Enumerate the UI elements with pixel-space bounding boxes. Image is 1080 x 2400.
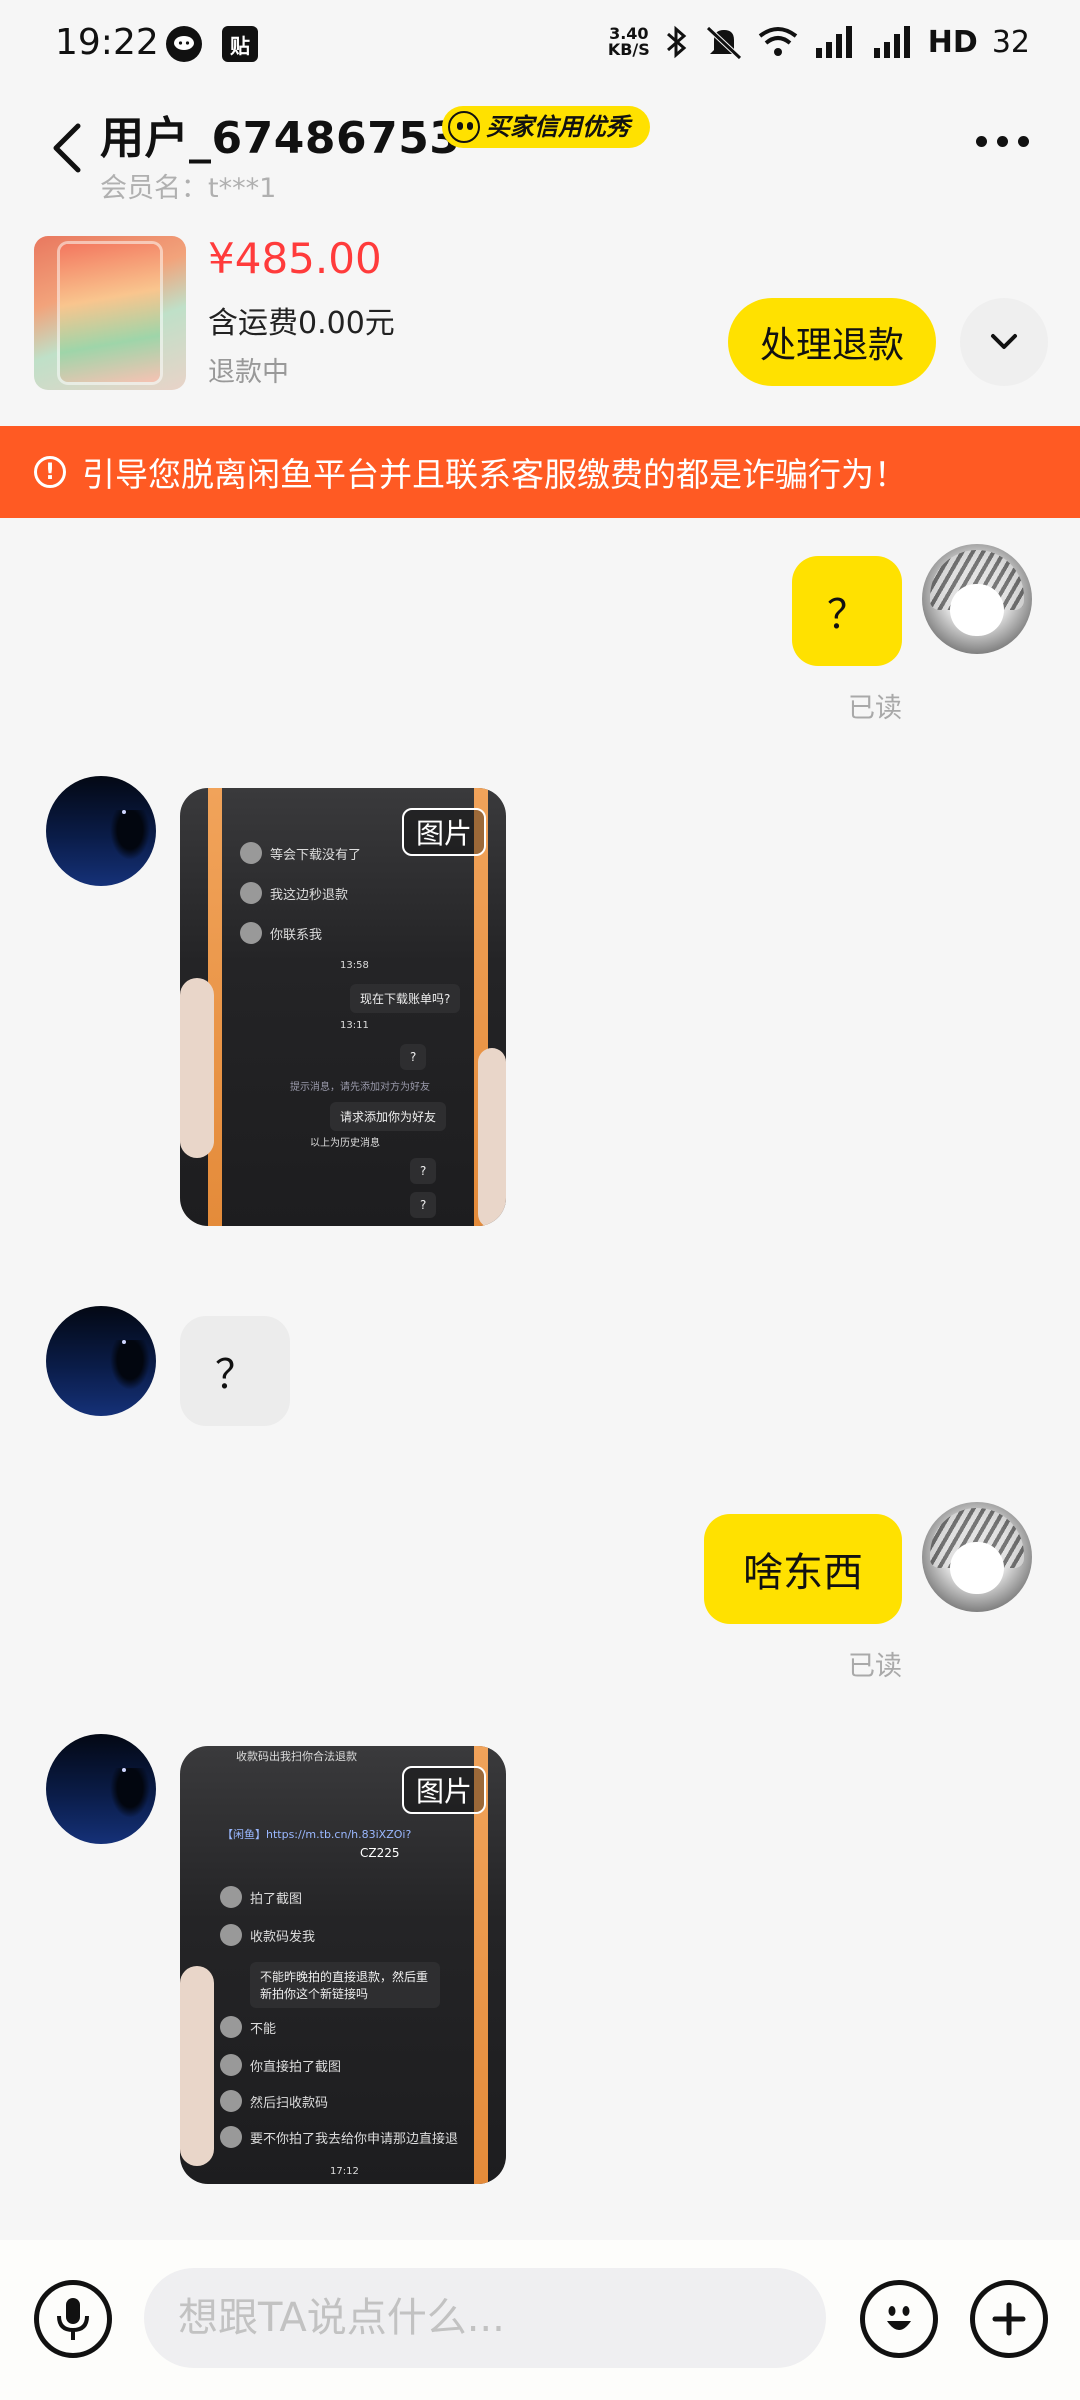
tieba-glyph: 贴 (230, 33, 250, 58)
screenshot-text: 13:58 (340, 960, 369, 971)
signal-4g-icon (873, 26, 910, 58)
product-thumbnail[interactable] (34, 236, 186, 390)
bluetooth-icon (666, 25, 687, 59)
other-avatar[interactable] (46, 1734, 156, 1844)
battery-level: 32 (991, 24, 1030, 60)
image-message[interactable]: 收款码出我扫你合法退款 【闲鱼】https://m.tb.cn/h.83iXZO… (180, 1746, 506, 2184)
chat-user-name[interactable]: 用户_67486753 (100, 102, 460, 166)
screenshot-text: 不能昨晚拍的直接退款，然后重新拍你这个新链接吗 (250, 1962, 440, 2008)
other-avatar[interactable] (46, 776, 156, 886)
screenshot-text: 【闲鱼】https://m.tb.cn/h.83iXZOi? (222, 1828, 412, 1841)
member-name: 会员名：t***1 (100, 173, 277, 204)
expand-order-button[interactable] (960, 298, 1048, 386)
fraud-warning-banner: ! 引导您脱离闲鱼平台并且联系客服缴费的都是诈骗行为！ (0, 426, 1080, 518)
image-message[interactable]: 等会下载没有了 我这边秒退款 你联系我 13:58 现在下载账单吗? 13:11… (180, 788, 506, 1226)
fish-mascot-icon (448, 111, 480, 143)
hd-label: HD (927, 24, 978, 60)
order-status: 退款中 (208, 357, 289, 388)
wechat-icon (166, 26, 202, 62)
warning-icon: ! (34, 456, 66, 488)
wifi-icon (758, 27, 798, 56)
screenshot-text: 现在下载账单吗? (350, 984, 461, 1013)
image-tag: 图片 (401, 808, 486, 856)
status-icons: 3.40 KB/S HD 32 (608, 24, 1030, 60)
screenshot-text: ? (400, 1044, 427, 1070)
net-speed: 3.40 KB/S (608, 26, 650, 58)
screenshot-text: 要不你拍了我去给你申请那边直接退 (250, 2131, 459, 2147)
shipping-fee: 含运费0.00元 (208, 306, 395, 341)
screenshot-text: 等会下载没有了 (270, 847, 362, 863)
screenshot-text: 我这边秒退款 (270, 887, 349, 903)
screenshot-text: 然后扫收款码 (250, 2095, 329, 2111)
screenshot-text: 收款码出我扫你合法退款 (236, 1750, 357, 1763)
emoji-button[interactable] (860, 2280, 938, 2358)
screenshot-text: 拍了截图 (250, 1891, 303, 1907)
credit-badge[interactable]: 买家信用优秀 (442, 106, 650, 148)
warning-text: 引导您脱离闲鱼平台并且联系客服缴费的都是诈骗行为！ (82, 455, 907, 494)
microphone-icon (57, 2298, 89, 2340)
more-options-icon[interactable] (976, 126, 1036, 156)
screenshot-text: 17:12 (330, 2166, 359, 2177)
voice-input-button[interactable] (34, 2280, 112, 2358)
message-text: ？ (215, 1352, 255, 1398)
message-bubble-me[interactable]: ？ (792, 556, 902, 666)
credit-badge-label: 买家信用优秀 (486, 113, 630, 141)
message-input[interactable] (144, 2268, 826, 2368)
image-tag: 图片 (401, 1766, 486, 1814)
screenshot-text: ? (410, 1158, 437, 1184)
smiley-icon (887, 2306, 911, 2330)
screenshot-text: ? (410, 1192, 437, 1218)
read-receipt: 已读 (848, 693, 902, 724)
handle-refund-button[interactable]: 处理退款 (728, 298, 936, 386)
message-text: 啥东西 (743, 1550, 863, 1596)
message-bubble-other[interactable]: ？ (180, 1316, 290, 1426)
screenshot-text: 请求添加你为好友 (330, 1102, 447, 1131)
screenshot-text: 收款码发我 (250, 1929, 316, 1945)
message-bubble-me[interactable]: 啥东西 (704, 1514, 902, 1624)
signal-5g-icon (815, 26, 852, 58)
more-actions-button[interactable] (970, 2280, 1048, 2358)
screenshot-text: 13:11 (340, 1020, 369, 1031)
screenshot-text: 以上为历史消息 (310, 1138, 380, 1149)
plus-icon (992, 2302, 1026, 2336)
warning-icon-glyph: ! (44, 459, 56, 485)
other-avatar[interactable] (46, 1306, 156, 1416)
screenshot-text: 提示消息，请先添加对方为好友 (290, 1082, 430, 1093)
my-avatar[interactable] (922, 1502, 1032, 1612)
net-speed-unit: KB/S (607, 40, 650, 59)
screenshot-text: 你联系我 (270, 927, 323, 943)
read-receipt: 已读 (848, 1651, 902, 1682)
order-price: ¥485.00 (208, 234, 382, 283)
status-time: 19:22 (55, 22, 159, 63)
mute-bell-icon (706, 26, 742, 60)
screenshot-text: 不能 (250, 2021, 277, 2037)
back-arrow-icon[interactable] (48, 118, 88, 178)
my-avatar[interactable] (922, 544, 1032, 654)
message-text: ？ (827, 592, 867, 638)
chevron-down-icon (991, 334, 1017, 349)
screenshot-text: 你直接拍了截图 (250, 2059, 342, 2075)
tieba-icon: 贴 (222, 26, 258, 62)
screenshot-text: CZ225 (360, 1846, 400, 1860)
